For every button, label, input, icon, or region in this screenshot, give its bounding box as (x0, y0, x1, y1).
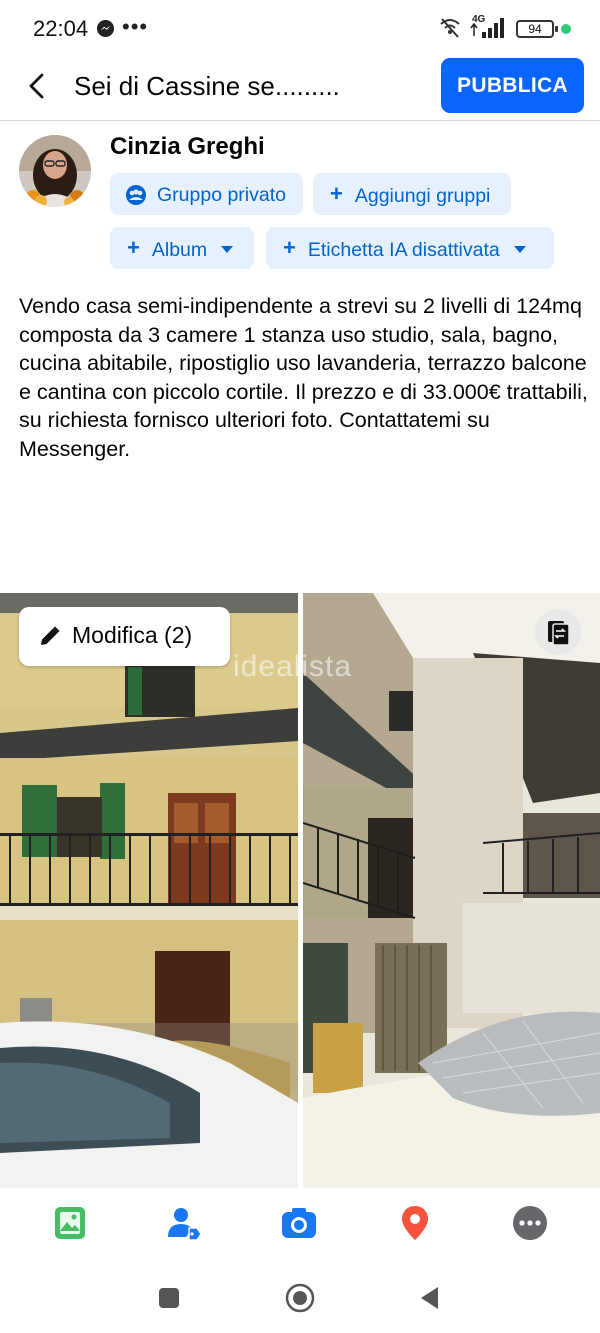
camera-icon[interactable] (280, 1204, 318, 1242)
post-text-input[interactable]: Vendo casa semi-indipendente a strevi su… (19, 292, 589, 463)
plus-icon: + (127, 235, 140, 260)
edit-photos-label: Modifica (2) (72, 622, 193, 648)
system-navigation-bar (0, 1263, 600, 1333)
plus-icon: + (330, 181, 343, 206)
status-time: 22:04 (33, 16, 89, 41)
status-bar: 22:04 ••• 4G 94 (0, 0, 600, 58)
location-icon[interactable] (396, 1204, 434, 1242)
swap-icon (548, 621, 570, 646)
pencil-icon (41, 626, 60, 645)
more-icon[interactable] (511, 1204, 549, 1242)
avatar[interactable] (19, 135, 91, 207)
more-notifications-icon: ••• (122, 14, 149, 39)
home-icon[interactable] (283, 1281, 317, 1315)
album-label: Album (151, 238, 208, 261)
ai-label-text: Etichetta IA disattivata (307, 238, 500, 261)
network-type: 4G (472, 14, 486, 25)
privacy-selector-button[interactable]: Gruppo privato (110, 173, 303, 215)
photo-icon[interactable] (51, 1204, 89, 1242)
privacy-label: Gruppo privato (157, 183, 286, 206)
recent-apps-icon[interactable] (152, 1281, 186, 1315)
add-groups-button[interactable]: + Aggiungi gruppi (313, 173, 511, 215)
messenger-icon (96, 19, 115, 38)
signal-icon: 4G (468, 14, 510, 40)
battery-indicator: 94 (516, 20, 558, 38)
back-icon[interactable] (22, 69, 56, 103)
composer-toolbar (0, 1188, 600, 1263)
back-nav-icon[interactable] (413, 1281, 447, 1315)
group-icon (126, 184, 146, 205)
chevron-down-icon (221, 246, 234, 254)
status-dot (561, 24, 571, 34)
plus-icon: + (283, 235, 296, 260)
photo-watermark: idealista (233, 650, 353, 683)
add-groups-label: Aggiungi gruppi (354, 184, 491, 207)
group-title: Sei di Cassine se......... (74, 71, 340, 101)
composer-header: Sei di Cassine se......... PUBBLICA (0, 58, 600, 121)
chevron-down-icon (513, 246, 526, 254)
edit-photos-button[interactable]: Modifica (2) (19, 607, 230, 666)
publish-button[interactable]: PUBBLICA (441, 58, 584, 113)
album-button[interactable]: + Album (110, 227, 254, 269)
ai-label-button[interactable]: + Etichetta IA disattivata (266, 227, 554, 269)
wifi-call-muted-icon (440, 18, 460, 38)
tag-people-icon[interactable] (165, 1204, 203, 1242)
swap-photos-button[interactable] (535, 609, 581, 655)
author-name: Cinzia Greghi (110, 133, 265, 160)
